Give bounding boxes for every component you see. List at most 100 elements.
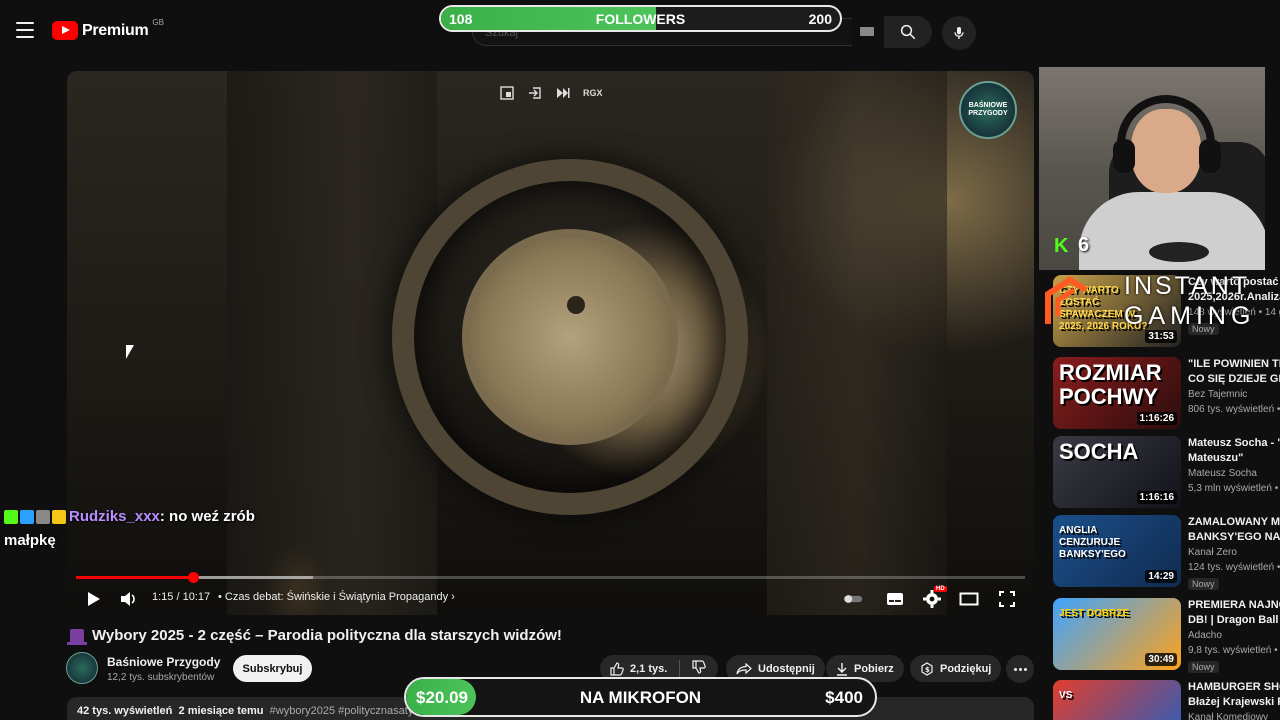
settings-button[interactable]: HD — [922, 586, 947, 609]
recommended-views: 124 tys. wyświetleń • 1 — [1188, 562, 1280, 573]
chat-badges — [4, 510, 66, 525]
thumbnail-text: ROZMIAR POCHWY — [1059, 360, 1162, 409]
recommended-title[interactable]: HAMBURGER SHOW Błażej Krajewski P — [1188, 680, 1280, 710]
recommended-channel[interactable]: Kanał Zero — [1188, 547, 1237, 558]
share-label: Udostępnij — [758, 662, 815, 675]
mikrofon-goal: $400 — [825, 688, 863, 707]
search-button[interactable] — [884, 16, 932, 48]
followers-goal: 200 — [808, 11, 832, 27]
scrubber-handle[interactable] — [187, 572, 199, 583]
view-count: 42 tys. wyświetleń — [77, 705, 173, 717]
like-button[interactable]: 2,1 tys. — [610, 661, 667, 676]
more-actions-button[interactable] — [1006, 655, 1034, 683]
video-duration: 14:29 — [1145, 570, 1177, 583]
rgx-badge[interactable]: RGX — [583, 88, 603, 98]
channel-name[interactable]: Baśniowe Przygody — [107, 655, 220, 669]
new-badge: Nowy — [1188, 578, 1219, 590]
recommended-title[interactable]: PREMIERA NAJNO DB! | Dragon Ball Ge — [1188, 598, 1280, 628]
recommended-video[interactable]: VS HAMBURGER SHOW Błażej Krajewski P Kanał … — [1053, 680, 1280, 720]
autoplay-toggle[interactable] — [843, 589, 863, 609]
recommended-title[interactable]: "ILE POWINIEN TRW CO SIĘ DZIEJE GDY — [1188, 357, 1280, 387]
title-line-2: Błażej Krajewski P — [1188, 696, 1280, 708]
recommended-channel[interactable]: Bez Tajemnic — [1188, 389, 1247, 400]
title-line-1: Mateusz Socha - "P — [1188, 437, 1280, 449]
recommended-channel[interactable]: Adacho — [1188, 630, 1222, 641]
chapter-title[interactable]: • Czas debat: Świńskie i Świątynia Propa… — [218, 591, 455, 603]
thumbs-down-icon — [692, 660, 707, 674]
progress-bar[interactable] — [76, 572, 1025, 583]
logo-country: GB — [152, 18, 164, 27]
instant-gaming-line1: INSTANT — [1124, 272, 1251, 300]
recommended-views: 5,3 mln wyświetleń • 9 — [1188, 483, 1280, 494]
channel-watermark[interactable]: BAŚNIOWE PRZYGODY — [959, 81, 1017, 139]
recommended-video[interactable]: SOCHA 1:16:16 Mateusz Socha - "P Mateuszu" M… — [1053, 436, 1280, 512]
recommended-video[interactable]: ROZMIAR POCHWY 1:16:26 "ILE POWINIEN TRW CO… — [1053, 357, 1280, 433]
play-icon — [88, 592, 100, 606]
recommended-title[interactable]: Mateusz Socha - "P Mateuszu" — [1188, 436, 1280, 466]
thumbnail-text: JEST DOBRZE — [1059, 608, 1130, 619]
video-thumbnail[interactable]: SOCHA 1:16:16 — [1053, 436, 1181, 508]
title-line-2: BANKSY'EGO NA LO — [1188, 531, 1280, 543]
autoplay-icon — [843, 595, 863, 603]
video-duration: 30:49 — [1145, 653, 1177, 666]
subscribe-button[interactable]: Subskrybuj — [233, 655, 312, 682]
sword-badge-icon — [36, 510, 50, 525]
volume-button[interactable] — [119, 589, 139, 609]
theater-icon — [959, 592, 979, 606]
progress-played — [76, 576, 193, 579]
recommended-title[interactable]: ZAMALOWANY MU BANKSY'EGO NA LO — [1188, 515, 1280, 545]
menu-icon[interactable] — [16, 22, 34, 38]
search-icon — [900, 24, 916, 40]
video-thumbnail[interactable]: JEST DOBRZE 30:49 — [1053, 598, 1181, 670]
title-line-2: CO SIĘ DZIEJE GDY — [1188, 373, 1280, 385]
clock-center — [567, 296, 585, 314]
kick-badge-icon — [4, 510, 18, 525]
title-line-2: DB! | Dragon Ball Ge — [1188, 614, 1280, 626]
thanks-button[interactable]: $ Podziękuj — [910, 655, 1002, 682]
headset-ear-right — [1199, 139, 1221, 173]
fullscreen-button[interactable] — [997, 589, 1017, 609]
recommended-video[interactable]: ANGLIA CENZURUJE BANKSY'EGO 14:29 ZAMALOWA… — [1053, 515, 1280, 591]
logo-text: Premium — [82, 21, 149, 39]
video-duration: 1:16:16 — [1136, 491, 1177, 504]
thanks-icon: $ — [921, 661, 933, 676]
recommended-channel[interactable]: Mateusz Socha — [1188, 468, 1257, 479]
instant-gaming-line2: GAMING — [1124, 302, 1256, 330]
followers-label: FOLLOWERS — [595, 11, 686, 27]
mikrofon-label: NA MIKROFON — [579, 688, 702, 707]
recommended-views: 9,8 tys. wyświetleń • 1 — [1188, 645, 1280, 656]
video-thumbnail[interactable]: ANGLIA CENZURUJE BANKSY'EGO 14:29 — [1053, 515, 1181, 587]
skip-next-icon[interactable] — [555, 85, 571, 101]
video-thumbnail[interactable]: VS — [1053, 680, 1181, 720]
recommended-video[interactable]: JEST DOBRZE 30:49 PREMIERA NAJNO DB! | Drag… — [1053, 598, 1280, 674]
youtube-premium-logo[interactable]: Premium GB — [52, 18, 164, 40]
thumbnail-text: VS — [1059, 690, 1073, 701]
title-line-1: PREMIERA NAJNO — [1188, 599, 1280, 611]
time-display: 1:15 / 10:17 — [152, 591, 211, 603]
enter-icon[interactable] — [527, 85, 543, 101]
play-button[interactable] — [83, 589, 103, 609]
thumbs-up-icon — [610, 661, 624, 676]
theater-mode-button[interactable] — [959, 589, 979, 609]
thanks-label: Podziękuj — [940, 662, 992, 675]
dislike-button[interactable] — [692, 660, 707, 677]
upload-age: 2 miesiące temu — [178, 705, 264, 717]
channel-avatar[interactable] — [66, 652, 98, 684]
instant-gaming-mark-icon — [1045, 276, 1088, 324]
subtitles-icon — [887, 593, 903, 605]
subtitles-button[interactable] — [885, 589, 905, 609]
player-controls: 1:15 / 10:17 • Czas debat: Świńskie i Św… — [67, 583, 1034, 613]
title-line-1: "ILE POWINIEN TRW — [1188, 358, 1280, 370]
share-icon — [736, 662, 752, 674]
miniplayer-icon[interactable] — [499, 85, 515, 101]
keyboard-icon[interactable] — [860, 27, 874, 36]
viewer-count: 6 — [1078, 234, 1090, 256]
recommended-channel[interactable]: Kanał Komediowy — [1188, 712, 1268, 720]
video-duration: 1:16:26 — [1136, 412, 1177, 425]
title-line-1: ZAMALOWANY MU — [1188, 516, 1280, 528]
video-thumbnail[interactable]: ROZMIAR POCHWY 1:16:26 — [1053, 357, 1181, 429]
recommended-views: 806 tys. wyświetleń • 1 — [1188, 404, 1280, 415]
microphone-icon — [954, 27, 964, 39]
voice-search-button[interactable] — [942, 16, 976, 50]
title-line-1: HAMBURGER SHOW — [1188, 681, 1280, 693]
